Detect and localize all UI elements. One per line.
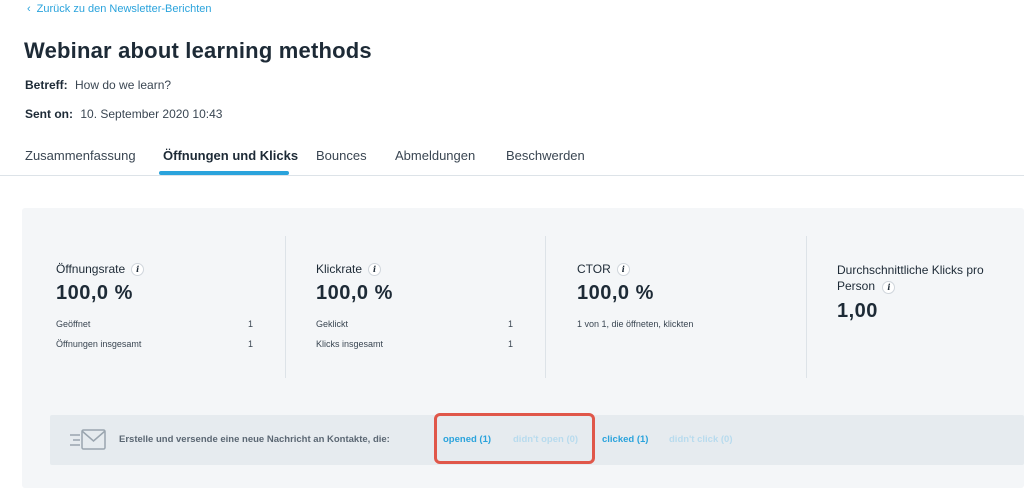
- tab-opens-and-clicks[interactable]: Öffnungen und Klicks: [163, 148, 298, 163]
- back-to-reports-link[interactable]: ‹ Zurück zu den Newsletter-Berichten: [27, 3, 212, 15]
- click-rate-label: Klickrate: [316, 262, 363, 276]
- report-page: ‹ Zurück zu den Newsletter-Berichten Web…: [0, 0, 1024, 488]
- open-rate-value: 100,0 %: [56, 282, 133, 304]
- chevron-left-icon: ‹: [27, 2, 31, 15]
- total-clicks-row: Klicks insgesamt 1: [316, 339, 513, 353]
- opened-row: Geöffnet 1: [56, 319, 253, 333]
- ctor-value: 100,0 %: [577, 282, 654, 304]
- avg-clicks-label: Durchschnittliche Klicks pro Person i: [837, 262, 1024, 294]
- chip-clicked[interactable]: clicked (1): [602, 434, 648, 445]
- total-opens-value: 1: [247, 339, 253, 349]
- tab-unsubscribes[interactable]: Abmeldungen: [395, 148, 475, 163]
- total-opens-label: Öffnungen insgesamt: [56, 339, 142, 349]
- avg-clicks-label-line2: Person: [837, 279, 876, 293]
- ctor-description: 1 von 1, die öffneten, klickten: [577, 319, 694, 329]
- tab-complaints[interactable]: Beschwerden: [506, 148, 585, 163]
- sent-on-label: Sent on:: [25, 107, 73, 121]
- opened-value: 1: [247, 319, 253, 329]
- info-icon[interactable]: i: [882, 281, 896, 294]
- info-icon[interactable]: i: [616, 262, 630, 276]
- metric-avg-clicks: Durchschnittliche Klicks pro Person i 1,…: [837, 262, 1024, 404]
- click-rate-label-row: Klickrate i: [316, 262, 513, 276]
- metric-divider: [545, 236, 546, 378]
- avg-clicks-value: 1,00: [837, 300, 878, 322]
- open-rate-label-row: Öffnungsrate i: [56, 262, 253, 276]
- send-mail-icon: [70, 429, 106, 450]
- open-rate-label: Öffnungsrate: [56, 262, 126, 276]
- metric-click-rate: Klickrate i 100,0 % Geklickt 1 Klicks in…: [316, 262, 513, 404]
- report-tabs: Zusammenfassung Öffnungen und Klicks Bou…: [0, 140, 1024, 176]
- info-icon[interactable]: i: [131, 262, 145, 276]
- total-clicks-value: 1: [507, 339, 513, 349]
- subject-value: How do we learn?: [75, 78, 172, 92]
- active-tab-indicator: [159, 171, 289, 175]
- avg-clicks-label-line1: Durchschnittliche Klicks pro: [837, 263, 984, 277]
- page-title: Webinar about learning methods: [24, 38, 372, 63]
- sent-on-value: 10. September 2020 10:43: [80, 107, 223, 121]
- clicked-label: Geklickt: [316, 319, 349, 329]
- ctor-label-row: CTOR i: [577, 262, 777, 276]
- subject-label: Betreff:: [25, 78, 68, 92]
- metric-divider: [806, 236, 807, 378]
- total-opens-row: Öffnungen insgesamt 1: [56, 339, 253, 353]
- info-icon[interactable]: i: [368, 262, 382, 276]
- sent-on-row: Sent on: 10. September 2020 10:43: [25, 107, 222, 121]
- ctor-label: CTOR: [577, 262, 611, 276]
- clicked-value: 1: [507, 319, 513, 329]
- clicked-row: Geklickt 1: [316, 319, 513, 333]
- opened-label: Geöffnet: [56, 319, 91, 329]
- metric-ctor: CTOR i 100,0 % 1 von 1, die öffneten, kl…: [577, 262, 777, 404]
- click-rate-value: 100,0 %: [316, 282, 393, 304]
- tab-bounces[interactable]: Bounces: [316, 148, 367, 163]
- tab-summary[interactable]: Zusammenfassung: [25, 148, 136, 163]
- annotation-highlight-box: [434, 413, 595, 464]
- total-clicks-label: Klicks insgesamt: [316, 339, 384, 349]
- back-link-label: Zurück zu den Newsletter-Berichten: [36, 3, 212, 15]
- metric-open-rate: Öffnungsrate i 100,0 % Geöffnet 1 Öffnun…: [56, 262, 253, 404]
- metric-divider: [285, 236, 286, 378]
- subject-row: Betreff: How do we learn?: [25, 78, 171, 92]
- chip-didnt-click[interactable]: didn't click (0): [669, 434, 733, 445]
- send-message-prompt: Erstelle und versende eine neue Nachrich…: [119, 434, 390, 445]
